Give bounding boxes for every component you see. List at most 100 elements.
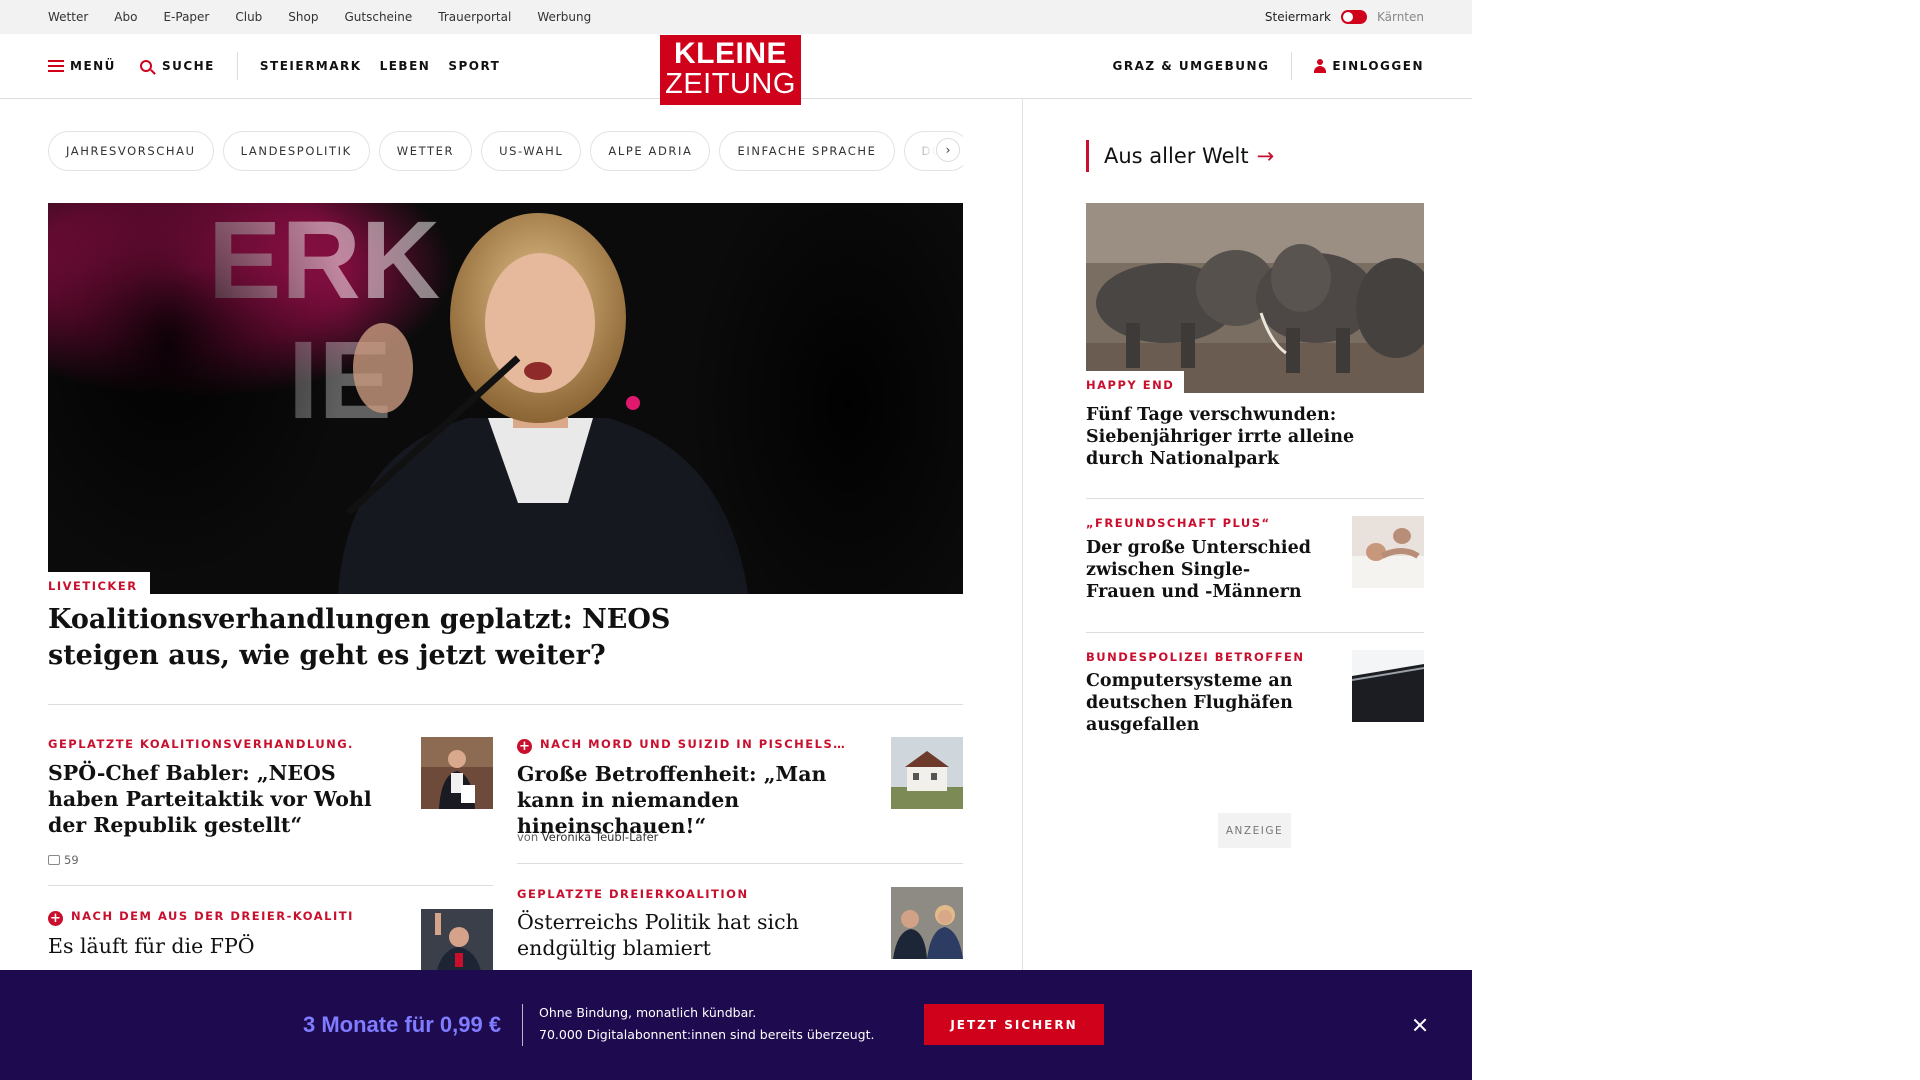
utility-link-wetter[interactable]: Wetter <box>48 10 88 24</box>
sidebar-item-1-kicker: „FREUNDSCHAFT PLUS“ <box>1086 516 1271 530</box>
banner-line2: 70.000 Digitalabonnent:innen sind bereit… <box>539 1027 875 1042</box>
article-4-photo <box>891 887 963 959</box>
region-kaernten[interactable]: Kärnten <box>1377 10 1424 24</box>
utility-link-werbung[interactable]: Werbung <box>537 10 591 24</box>
banner-line1: Ohne Bindung, monatlich kündbar. <box>539 1005 757 1020</box>
elephants-photo <box>1086 203 1424 393</box>
article-2-thumbnail[interactable] <box>891 737 963 809</box>
sidebar-separator-2 <box>1086 632 1424 633</box>
utility-link-abo[interactable]: Abo <box>114 10 137 24</box>
search-icon <box>139 60 152 72</box>
region-toggle[interactable] <box>1340 10 1367 24</box>
sidebar-main-image[interactable] <box>1086 203 1424 393</box>
comment-icon <box>48 855 60 865</box>
kleine-zeitung-logo[interactable]: KLEINE ZEITUNG <box>660 35 801 105</box>
chip-us-wahl[interactable]: US-WAHL <box>481 131 582 171</box>
sidebar-item-2-thumbnail[interactable] <box>1352 650 1424 722</box>
sidebar-item-1-title[interactable]: Der große Unterschied zwischen Single-Fr… <box>1086 537 1316 603</box>
utility-link-epaper[interactable]: E-Paper <box>163 10 209 24</box>
subscription-banner: 3 Monate für 0,99 € Ohne Bindung, monatl… <box>0 970 1472 1080</box>
article-1-title[interactable]: SPÖ-Chef Babler: „NEOS haben Parteitakti… <box>48 760 378 838</box>
article-2-byline: von Veronika Teubl-Lafer <box>517 830 658 844</box>
plus-icon: + <box>48 911 63 926</box>
login-label: EINLOGGEN <box>1332 59 1424 73</box>
header-left: MENÜ SUCHE STEIERMARK LEBEN SPORT <box>48 34 500 98</box>
main-header: MENÜ SUCHE STEIERMARK LEBEN SPORT KLEINE… <box>0 34 1472 105</box>
article-1-photo <box>421 737 493 809</box>
sidebar-item-1-photo <box>1352 516 1424 588</box>
nav-steiermark[interactable]: STEIERMARK <box>260 59 362 73</box>
utility-link-shop[interactable]: Shop <box>288 10 318 24</box>
chip-jahresvorschau[interactable]: JAHRESVORSCHAU <box>48 131 214 171</box>
topic-chips: JAHRESVORSCHAU LANDESPOLITIK WETTER US-W… <box>48 131 963 171</box>
chip-alpe-adria[interactable]: ALPE ADRIA <box>590 131 711 171</box>
sidebar-main-label: HAPPY END <box>1086 371 1185 395</box>
logo-line1: KLEINE <box>673 37 787 70</box>
article-3-title[interactable]: Es läuft für die FPÖ <box>48 933 378 959</box>
article-2-photo <box>891 737 963 809</box>
byline-author[interactable]: Veronika Teubl-Lafer <box>542 830 659 844</box>
utility-links: Wetter Abo E-Paper Club Shop Gutscheine … <box>48 0 591 34</box>
header-divider-right <box>1291 52 1293 80</box>
chip-wetter[interactable]: WETTER <box>378 131 473 171</box>
utility-link-trauerportal[interactable]: Trauerportal <box>438 10 511 24</box>
article-4-title[interactable]: Österreichs Politik hat sich endgültig b… <box>517 909 817 961</box>
plus-icon: + <box>517 739 532 754</box>
subscribe-button[interactable]: JETZT SICHERN <box>924 1004 1104 1045</box>
nav-sport[interactable]: SPORT <box>448 59 500 73</box>
chip-landespolitik[interactable]: LANDESPOLITIK <box>222 131 370 171</box>
user-icon <box>1314 59 1327 73</box>
utility-link-gutscheine[interactable]: Gutscheine <box>344 10 412 24</box>
article-separator-left <box>48 885 493 886</box>
header-divider <box>236 52 238 80</box>
search-button[interactable]: SUCHE <box>139 59 215 73</box>
chip-einfache-sprache[interactable]: EINFACHE SPRACHE <box>719 131 895 171</box>
toggle-knob <box>1342 12 1353 22</box>
sidebar-item-2-title[interactable]: Computersysteme an deutschen Flughäfen a… <box>1086 670 1316 736</box>
region-switch: Steiermark Kärnten <box>1265 0 1424 34</box>
article-2-kicker-text: NACH MORD UND SUIZID IN PISCHELS… <box>540 737 847 751</box>
article-1-thumbnail[interactable] <box>421 737 493 809</box>
login-button[interactable]: EINLOGGEN <box>1314 59 1424 73</box>
hero-title[interactable]: Koalitionsverhandlungen geplatzt: NEOS s… <box>48 602 688 674</box>
sidebar-main-title[interactable]: Fünf Tage verschwunden: Siebenjähriger i… <box>1086 404 1356 470</box>
sidebar-item-2-kicker: BUNDESPOLIZEI BETROFFEN <box>1086 650 1305 664</box>
utility-bar: Wetter Abo E-Paper Club Shop Gutscheine … <box>0 0 1472 34</box>
article-1-comments[interactable]: 59 <box>48 853 79 867</box>
article-3-kicker: + NACH DEM AUS DER DREIER-KOALITI… <box>48 909 353 926</box>
article-3-kicker-text: NACH DEM AUS DER DREIER-KOALITI… <box>71 909 353 923</box>
search-label: SUCHE <box>161 59 215 73</box>
banner-price: 3 Monate für 0,99 € <box>303 1012 502 1037</box>
nav-leben[interactable]: LEBEN <box>380 59 431 73</box>
article-2-kicker: + NACH MORD UND SUIZID IN PISCHELS… <box>517 737 847 754</box>
chevron-right-icon[interactable]: › <box>936 138 960 162</box>
article-separator-right <box>517 863 963 864</box>
close-icon[interactable] <box>1410 1015 1430 1035</box>
hamburger-icon <box>48 60 64 72</box>
menu-label: MENÜ <box>70 59 116 73</box>
region-steiermark[interactable]: Steiermark <box>1265 10 1331 24</box>
column-divider <box>1022 98 1023 978</box>
ad-label: ANZEIGE <box>1218 813 1291 848</box>
banner-divider <box>522 1004 523 1046</box>
page-gutter <box>1472 0 1920 1080</box>
hero-separator <box>48 704 963 705</box>
page: Wetter Abo E-Paper Club Shop Gutscheine … <box>0 0 1472 1080</box>
hero-label: LIVETICKER <box>48 572 150 598</box>
hero-image[interactable]: ERK IE <box>48 203 963 594</box>
hero-photo: ERK IE <box>48 203 963 594</box>
comment-count: 59 <box>64 853 79 867</box>
article-4-thumbnail[interactable] <box>891 887 963 959</box>
sidebar-title[interactable]: Aus aller Welt → <box>1086 140 1274 172</box>
sidebar-item-2-photo <box>1352 650 1424 722</box>
byline-prefix: von <box>517 830 539 844</box>
region-link[interactable]: GRAZ & UMGEBUNG <box>1113 59 1270 73</box>
utility-link-club[interactable]: Club <box>235 10 262 24</box>
menu-button[interactable]: MENÜ <box>48 59 116 73</box>
sidebar-separator-1 <box>1086 498 1424 499</box>
sidebar-title-text: Aus aller Welt <box>1104 144 1249 168</box>
sidebar-item-1-thumbnail[interactable] <box>1352 516 1424 588</box>
article-1-kicker: GEPLATZTE KOALITIONSVERHANDLUNG… <box>48 737 353 751</box>
article-2-title[interactable]: Große Betroffenheit: „Man kann in nieman… <box>517 761 877 839</box>
arrow-right-icon: → <box>1256 144 1275 168</box>
